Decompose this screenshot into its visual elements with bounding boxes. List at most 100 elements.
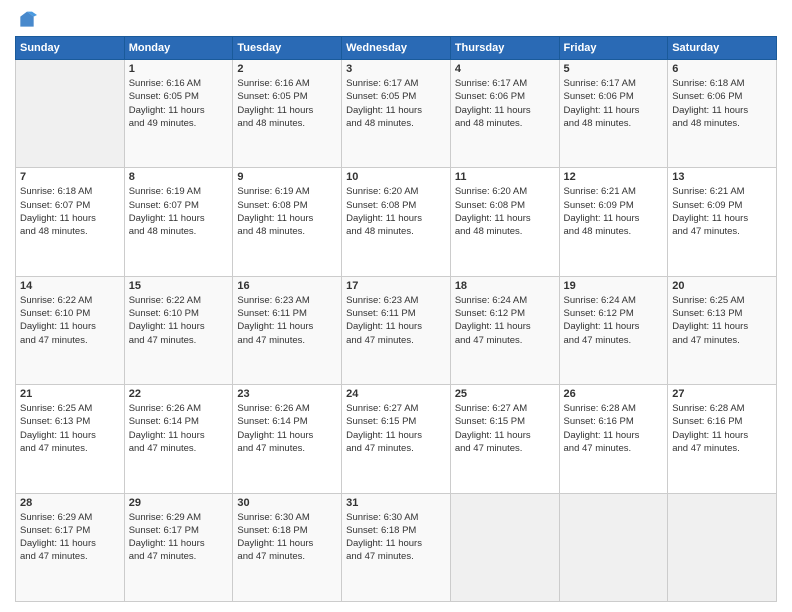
- calendar-cell: [668, 493, 777, 601]
- day-number: 20: [672, 280, 772, 292]
- day-number: 27: [672, 388, 772, 400]
- day-number: 4: [455, 63, 555, 75]
- day-info: Sunrise: 6:21 AMSunset: 6:09 PMDaylight:…: [672, 185, 772, 238]
- day-number: 26: [564, 388, 664, 400]
- day-number: 25: [455, 388, 555, 400]
- calendar-week-2: 7 Sunrise: 6:18 AMSunset: 6:07 PMDaylight…: [16, 168, 777, 276]
- day-number: 15: [129, 280, 229, 292]
- day-number: 13: [672, 171, 772, 183]
- day-info: Sunrise: 6:20 AMSunset: 6:08 PMDaylight:…: [346, 185, 446, 238]
- calendar-cell: 7 Sunrise: 6:18 AMSunset: 6:07 PMDaylight…: [16, 168, 125, 276]
- day-info: Sunrise: 6:16 AMSunset: 6:05 PMDaylight:…: [237, 77, 337, 130]
- day-info: Sunrise: 6:17 AMSunset: 6:06 PMDaylight:…: [564, 77, 664, 130]
- logo: [15, 10, 37, 30]
- day-info: Sunrise: 6:19 AMSunset: 6:08 PMDaylight:…: [237, 185, 337, 238]
- day-info: Sunrise: 6:23 AMSunset: 6:11 PMDaylight:…: [237, 294, 337, 347]
- day-info: Sunrise: 6:17 AMSunset: 6:06 PMDaylight:…: [455, 77, 555, 130]
- day-number: 29: [129, 497, 229, 509]
- day-info: Sunrise: 6:17 AMSunset: 6:05 PMDaylight:…: [346, 77, 446, 130]
- calendar-cell: 18Sunrise: 6:24 AMSunset: 6:12 PMDayligh…: [450, 276, 559, 384]
- day-info: Sunrise: 6:18 AMSunset: 6:07 PMDaylight:…: [20, 185, 120, 238]
- day-number: 16: [237, 280, 337, 292]
- calendar-cell: 13 Sunrise: 6:21 AMSunset: 6:09 PMDayligh…: [668, 168, 777, 276]
- day-info: Sunrise: 6:20 AMSunset: 6:08 PMDaylight:…: [455, 185, 555, 238]
- day-number: 5: [564, 63, 664, 75]
- calendar-cell: 25 Sunrise: 6:27 AMSunset: 6:15 PMDayligh…: [450, 385, 559, 493]
- day-info: Sunrise: 6:26 AMSunset: 6:14 PMDaylight:…: [237, 402, 337, 455]
- day-header-sunday: Sunday: [16, 37, 125, 60]
- day-info: Sunrise: 6:28 AMSunset: 6:16 PMDaylight:…: [672, 402, 772, 455]
- calendar-cell: 17 Sunrise: 6:23 AMSunset: 6:11 PMDayligh…: [342, 276, 451, 384]
- day-header-tuesday: Tuesday: [233, 37, 342, 60]
- calendar-cell: 15 Sunrise: 6:22 AMSunset: 6:10 PMDayligh…: [124, 276, 233, 384]
- day-info: Sunrise: 6:22 AMSunset: 6:10 PMDaylight:…: [20, 294, 120, 347]
- day-header-friday: Friday: [559, 37, 668, 60]
- calendar-cell: 28 Sunrise: 6:29 AMSunset: 6:17 PMDayligh…: [16, 493, 125, 601]
- calendar-cell: 4 Sunrise: 6:17 AMSunset: 6:06 PMDaylight…: [450, 60, 559, 168]
- day-info: Sunrise: 6:25 AMSunset: 6:13 PMDaylight:…: [20, 402, 120, 455]
- day-info: Sunrise: 6:19 AMSunset: 6:07 PMDaylight:…: [129, 185, 229, 238]
- calendar-cell: 9 Sunrise: 6:19 AMSunset: 6:08 PMDaylight…: [233, 168, 342, 276]
- day-number: 8: [129, 171, 229, 183]
- logo-icon: [17, 10, 37, 30]
- day-number: 7: [20, 171, 120, 183]
- day-info: Sunrise: 6:21 AMSunset: 6:09 PMDaylight:…: [564, 185, 664, 238]
- calendar-cell: 23 Sunrise: 6:26 AMSunset: 6:14 PMDayligh…: [233, 385, 342, 493]
- calendar-cell: 19 Sunrise: 6:24 AMSunset: 6:12 PMDayligh…: [559, 276, 668, 384]
- calendar-cell: 30 Sunrise: 6:30 AMSunset: 6:18 PMDayligh…: [233, 493, 342, 601]
- calendar-cell: 3Sunrise: 6:17 AMSunset: 6:05 PMDaylight…: [342, 60, 451, 168]
- day-number: 30: [237, 497, 337, 509]
- calendar-cell: 27 Sunrise: 6:28 AMSunset: 6:16 PMDayligh…: [668, 385, 777, 493]
- day-number: 10: [346, 171, 446, 183]
- calendar-cell: 14 Sunrise: 6:22 AMSunset: 6:10 PMDayligh…: [16, 276, 125, 384]
- calendar-cell: 12 Sunrise: 6:21 AMSunset: 6:09 PMDayligh…: [559, 168, 668, 276]
- calendar-week-4: 21Sunrise: 6:25 AMSunset: 6:13 PMDayligh…: [16, 385, 777, 493]
- day-number: 23: [237, 388, 337, 400]
- day-info: Sunrise: 6:30 AMSunset: 6:18 PMDaylight:…: [346, 511, 446, 564]
- day-info: Sunrise: 6:18 AMSunset: 6:06 PMDaylight:…: [672, 77, 772, 130]
- calendar-table: SundayMondayTuesdayWednesdayThursdayFrid…: [15, 36, 777, 602]
- page: SundayMondayTuesdayWednesdayThursdayFrid…: [0, 0, 792, 612]
- day-info: Sunrise: 6:29 AMSunset: 6:17 PMDaylight:…: [129, 511, 229, 564]
- day-info: Sunrise: 6:30 AMSunset: 6:18 PMDaylight:…: [237, 511, 337, 564]
- day-number: 2: [237, 63, 337, 75]
- calendar-week-1: 1Sunrise: 6:16 AMSunset: 6:05 PMDaylight…: [16, 60, 777, 168]
- calendar-cell: 6Sunrise: 6:18 AMSunset: 6:06 PMDaylight…: [668, 60, 777, 168]
- day-number: 22: [129, 388, 229, 400]
- calendar-cell: [450, 493, 559, 601]
- calendar-cell: 8 Sunrise: 6:19 AMSunset: 6:07 PMDaylight…: [124, 168, 233, 276]
- calendar-cell: 29 Sunrise: 6:29 AMSunset: 6:17 PMDayligh…: [124, 493, 233, 601]
- day-info: Sunrise: 6:24 AMSunset: 6:12 PMDaylight:…: [455, 294, 555, 347]
- day-info: Sunrise: 6:28 AMSunset: 6:16 PMDaylight:…: [564, 402, 664, 455]
- calendar-cell: 26 Sunrise: 6:28 AMSunset: 6:16 PMDayligh…: [559, 385, 668, 493]
- calendar-cell: 22Sunrise: 6:26 AMSunset: 6:14 PMDayligh…: [124, 385, 233, 493]
- calendar-cell: [16, 60, 125, 168]
- day-number: 11: [455, 171, 555, 183]
- calendar-cell: [559, 493, 668, 601]
- day-number: 12: [564, 171, 664, 183]
- day-info: Sunrise: 6:25 AMSunset: 6:13 PMDaylight:…: [672, 294, 772, 347]
- calendar-cell: 20 Sunrise: 6:25 AMSunset: 6:13 PMDayligh…: [668, 276, 777, 384]
- day-header-monday: Monday: [124, 37, 233, 60]
- calendar-cell: 5 Sunrise: 6:17 AMSunset: 6:06 PMDaylight…: [559, 60, 668, 168]
- calendar-week-3: 14 Sunrise: 6:22 AMSunset: 6:10 PMDayligh…: [16, 276, 777, 384]
- day-info: Sunrise: 6:22 AMSunset: 6:10 PMDaylight:…: [129, 294, 229, 347]
- day-number: 31: [346, 497, 446, 509]
- day-number: 14: [20, 280, 120, 292]
- day-number: 28: [20, 497, 120, 509]
- calendar-cell: 2 Sunrise: 6:16 AMSunset: 6:05 PMDaylight…: [233, 60, 342, 168]
- day-number: 9: [237, 171, 337, 183]
- day-number: 19: [564, 280, 664, 292]
- calendar-cell: 24Sunrise: 6:27 AMSunset: 6:15 PMDayligh…: [342, 385, 451, 493]
- header: [15, 10, 777, 30]
- day-header-thursday: Thursday: [450, 37, 559, 60]
- calendar-cell: 11 Sunrise: 6:20 AMSunset: 6:08 PMDayligh…: [450, 168, 559, 276]
- day-info: Sunrise: 6:27 AMSunset: 6:15 PMDaylight:…: [455, 402, 555, 455]
- day-number: 24: [346, 388, 446, 400]
- day-info: Sunrise: 6:29 AMSunset: 6:17 PMDaylight:…: [20, 511, 120, 564]
- day-info: Sunrise: 6:24 AMSunset: 6:12 PMDaylight:…: [564, 294, 664, 347]
- calendar-body: 1Sunrise: 6:16 AMSunset: 6:05 PMDaylight…: [16, 60, 777, 602]
- day-number: 17: [346, 280, 446, 292]
- day-info: Sunrise: 6:23 AMSunset: 6:11 PMDaylight:…: [346, 294, 446, 347]
- day-header-saturday: Saturday: [668, 37, 777, 60]
